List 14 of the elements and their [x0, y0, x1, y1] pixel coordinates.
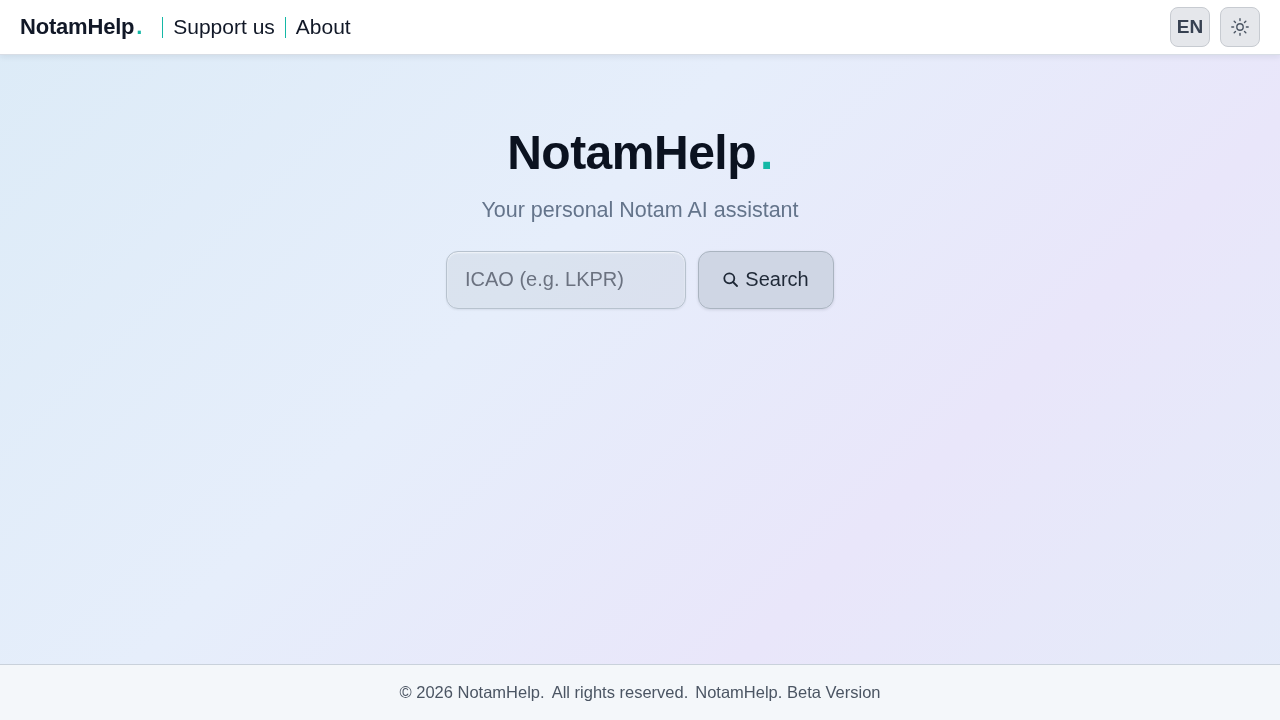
footer-text: All rights reserved. [551, 683, 689, 702]
icao-input-field[interactable]: ICAO (e.g. LKPR) [446, 250, 686, 309]
nav-link[interactable]: About [295, 15, 351, 39]
tagline: Your personal Notam AI assistant [481, 197, 799, 223]
nav-link[interactable]: Support us [173, 15, 275, 39]
search-icon [723, 272, 739, 288]
theme-toggle-button[interactable] [1220, 7, 1260, 47]
sun-icon [1231, 18, 1249, 36]
language-button[interactable]: EN [1170, 7, 1210, 47]
app-title: NotamHelp. [507, 127, 773, 180]
footer-text: NotamHelp. Beta Version [695, 683, 881, 702]
footer-text: © 2026 NotamHelp. [399, 683, 545, 702]
logo-text[interactable]: NotamHelp. [20, 14, 143, 40]
search-button[interactable]: Search [698, 250, 834, 309]
